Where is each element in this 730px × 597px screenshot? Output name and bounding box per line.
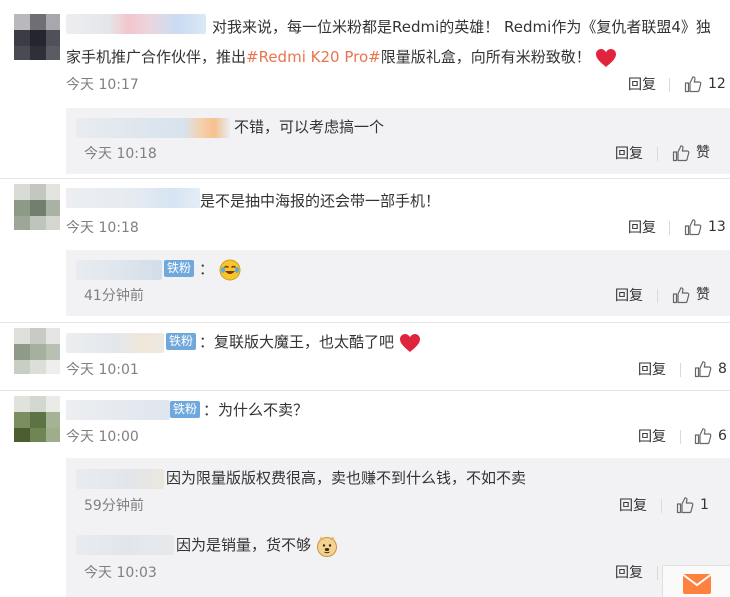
reply-button[interactable]: 回复 xyxy=(638,428,666,446)
thumbs-up-icon xyxy=(672,287,690,304)
fan-badge[interactable]: 铁粉 xyxy=(166,333,197,350)
reply-button[interactable]: 回复 xyxy=(628,219,656,237)
fan-badge[interactable]: 铁粉 xyxy=(164,260,195,277)
reply-button[interactable]: 回复 xyxy=(628,76,656,94)
thumbs-up-icon xyxy=(694,428,712,445)
comment-text-line2: 家手机推广合作伙伴，推出#Redmi K20 Pro#限量版礼盒，向所有米粉致敬… xyxy=(66,46,617,68)
reply-text-part: 因为是销量，货不够 xyxy=(176,536,312,554)
like-count: 12 xyxy=(708,76,726,92)
message-button[interactable] xyxy=(662,565,730,597)
comment-text-part: 家手机推广合作伙伴，推出 xyxy=(66,48,247,66)
thumbs-up-icon xyxy=(684,219,702,236)
username[interactable] xyxy=(76,260,162,280)
comment-divider xyxy=(0,322,730,323)
like-label: 赞 xyxy=(696,287,710,303)
heart-emoji-icon xyxy=(399,333,420,352)
reply-button[interactable]: 回复 xyxy=(638,361,666,379)
divider xyxy=(661,499,662,513)
like-count: 6 xyxy=(718,428,727,444)
username[interactable] xyxy=(66,188,200,208)
comment-time: 今天 10:18 xyxy=(66,220,139,236)
divider xyxy=(657,566,658,580)
avatar[interactable] xyxy=(14,184,60,230)
like-button[interactable]: 赞 xyxy=(672,144,710,162)
like-button[interactable]: 1 xyxy=(676,496,709,514)
like-count: 1 xyxy=(700,497,709,513)
crying-laughing-emoji-icon xyxy=(219,259,241,280)
reply-time: 59分钟前 xyxy=(84,498,144,514)
reply-text: 不错，可以考虑搞一个 xyxy=(234,118,385,136)
reply-text: ： xyxy=(199,258,241,281)
reply-text-part: ： xyxy=(199,260,215,278)
reply-time: 今天 10:03 xyxy=(84,565,157,581)
comment-time: 今天 10:17 xyxy=(66,77,139,93)
heart-emoji-icon xyxy=(596,48,617,67)
thumbs-up-icon xyxy=(684,76,702,93)
divider xyxy=(669,221,670,235)
reply-button[interactable]: 回复 xyxy=(619,497,647,515)
reply-button[interactable]: 回复 xyxy=(615,145,643,163)
thumbs-up-icon xyxy=(672,145,690,162)
username[interactable] xyxy=(66,14,206,34)
reply-text: 因为是销量，货不够 xyxy=(176,534,338,557)
like-button[interactable]: 6 xyxy=(694,427,727,445)
reply-time: 今天 10:18 xyxy=(84,146,157,162)
username[interactable] xyxy=(76,118,230,138)
divider xyxy=(680,363,681,377)
reply-button[interactable]: 回复 xyxy=(615,287,643,305)
comment-time: 今天 10:00 xyxy=(66,429,139,445)
comment-text-part: ：复联版大魔王，也太酷了吧 xyxy=(199,333,395,351)
topic-link[interactable]: #Redmi K20 Pro# xyxy=(246,48,381,66)
comment-text: 是不是抽中海报的还会带一部手机！ xyxy=(200,192,441,210)
username[interactable] xyxy=(66,333,164,353)
username[interactable] xyxy=(76,469,164,489)
like-count: 13 xyxy=(708,219,726,235)
comment-divider xyxy=(0,390,730,391)
like-button[interactable]: 8 xyxy=(694,360,727,378)
doge-emoji-icon xyxy=(316,536,337,557)
like-button[interactable]: 12 xyxy=(684,75,726,93)
thumbs-up-icon xyxy=(676,497,694,514)
username[interactable] xyxy=(76,535,174,555)
comment-text: ：为什么不卖？ xyxy=(203,401,309,419)
username[interactable] xyxy=(66,400,170,420)
comment-text: 对我来说，每一位米粉都是Redmi的英雄！ Redmi作为《复仇者联盟4》独 xyxy=(212,18,711,36)
divider xyxy=(669,78,670,92)
reply-button[interactable]: 回复 xyxy=(615,564,643,582)
comment-time: 今天 10:01 xyxy=(66,362,139,378)
like-button[interactable]: 赞 xyxy=(672,286,710,304)
divider xyxy=(657,147,658,161)
like-count: 8 xyxy=(718,361,727,377)
comment-text: ：复联版大魔王，也太酷了吧 xyxy=(199,331,421,353)
divider xyxy=(657,289,658,303)
avatar[interactable] xyxy=(14,328,60,374)
thumbs-up-icon xyxy=(694,361,712,378)
reply-text: 因为限量版版权费很高，卖也赚不到什么钱，不如不卖 xyxy=(166,469,527,487)
comment-text-part: 限量版礼盒，向所有米粉致敬！ xyxy=(380,48,591,66)
reply-time: 41分钟前 xyxy=(84,288,144,304)
like-button[interactable]: 13 xyxy=(684,218,726,236)
like-label: 赞 xyxy=(696,145,710,161)
avatar[interactable] xyxy=(14,14,60,60)
fan-badge[interactable]: 铁粉 xyxy=(170,401,201,418)
avatar[interactable] xyxy=(14,396,60,442)
divider xyxy=(680,430,681,444)
mail-icon xyxy=(682,574,712,594)
comment-divider xyxy=(0,178,730,179)
